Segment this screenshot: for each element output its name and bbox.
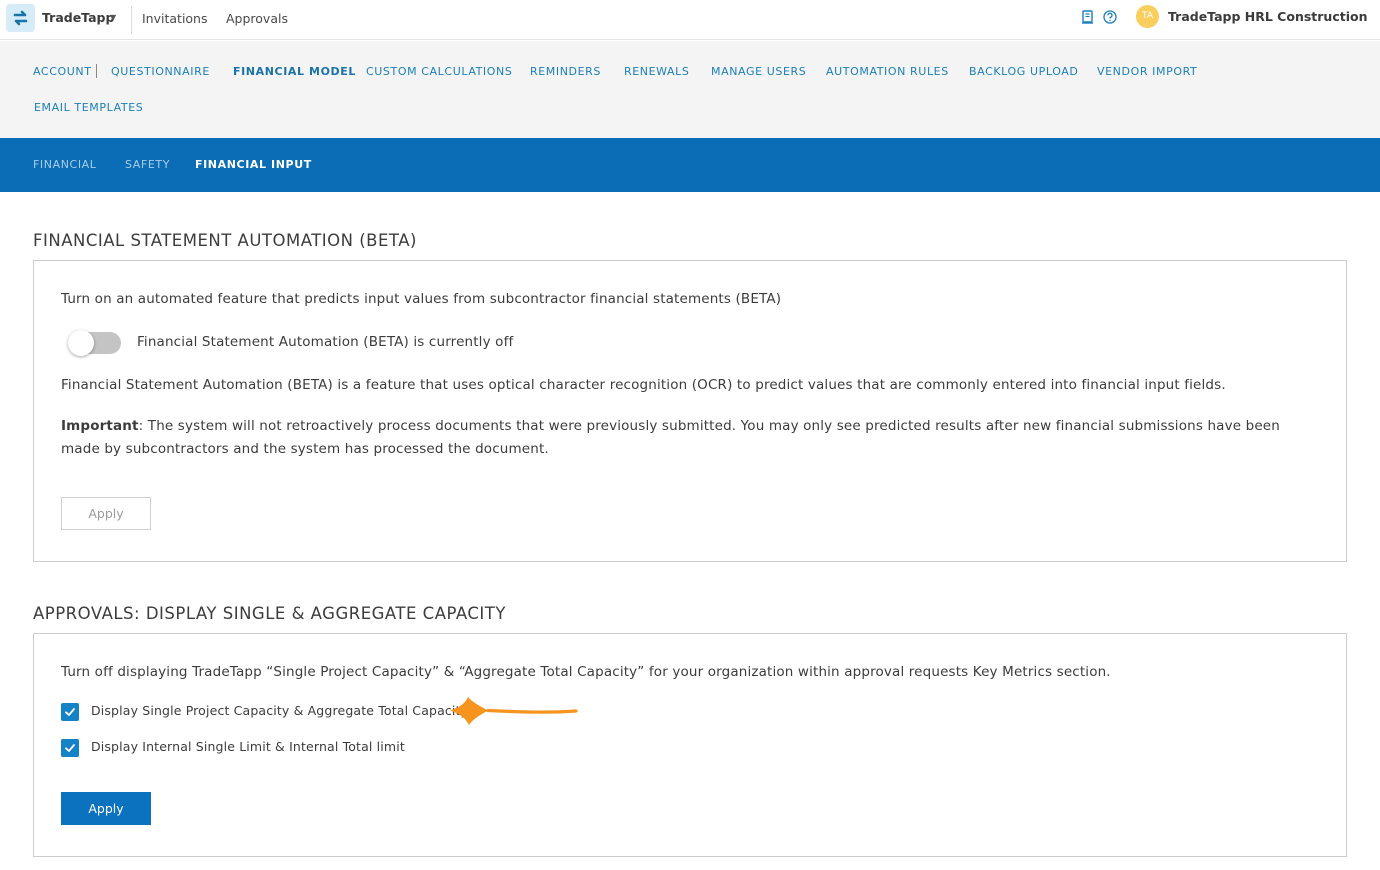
single-aggregate-capacity-label[interactable]: Display Single Project Capacity & Aggreg… xyxy=(91,703,468,718)
nav-separator xyxy=(96,64,97,78)
nav-invitations[interactable]: Invitations xyxy=(142,11,208,26)
top-bar: TradeTapp ▼ Invitations Approvals TA Tra… xyxy=(0,0,1380,40)
important-label: Important xyxy=(61,418,139,434)
internal-limit-label[interactable]: Display Internal Single Limit & Internal… xyxy=(91,739,405,754)
subtab-safety[interactable]: SAFETY xyxy=(125,158,170,171)
subtab-financial[interactable]: FINANCIAL xyxy=(33,158,97,171)
chevron-down-icon[interactable]: ▼ xyxy=(110,13,116,22)
internal-limit-checkbox[interactable] xyxy=(61,739,79,757)
tab-reminders[interactable]: REMINDERS xyxy=(530,65,601,78)
approvals-intro: Turn off displaying TradeTapp “Single Pr… xyxy=(61,664,1111,680)
nav-approvals[interactable]: Approvals xyxy=(226,11,288,26)
tab-financial-model[interactable]: FINANCIAL MODEL xyxy=(233,65,356,78)
annotation-arrow-icon xyxy=(450,697,578,725)
org-name[interactable]: TradeTapp HRL Construction xyxy=(1168,9,1367,24)
automation-description: Financial Statement Automation (BETA) is… xyxy=(61,377,1226,393)
tab-manage-users[interactable]: MANAGE USERS xyxy=(711,65,806,78)
approvals-section-title: APPROVALS: DISPLAY SINGLE & AGGREGATE CA… xyxy=(33,604,506,623)
book-icon[interactable] xyxy=(1081,10,1095,24)
single-aggregate-capacity-checkbox[interactable] xyxy=(61,703,79,721)
automation-toggle[interactable] xyxy=(68,330,121,356)
checkmark-icon xyxy=(65,744,75,752)
tab-vendor-import[interactable]: VENDOR IMPORT xyxy=(1097,65,1197,78)
automation-apply-button[interactable]: Apply xyxy=(61,497,151,530)
tab-account[interactable]: ACCOUNT xyxy=(33,65,92,78)
automation-important-note: Important: The system will not retroacti… xyxy=(61,415,1323,461)
automation-section-title: FINANCIAL STATEMENT AUTOMATION (BETA) xyxy=(33,231,417,250)
avatar[interactable]: TA xyxy=(1136,5,1159,28)
divider xyxy=(131,6,132,34)
tab-automation-rules[interactable]: AUTOMATION RULES xyxy=(826,65,949,78)
toggle-knob[interactable] xyxy=(68,330,94,356)
tab-email-templates[interactable]: EMAIL TEMPLATES xyxy=(34,101,143,114)
brand-switcher[interactable]: TradeTapp xyxy=(42,10,114,25)
subtab-financial-input[interactable]: FINANCIAL INPUT xyxy=(195,158,312,171)
approvals-apply-button[interactable]: Apply xyxy=(61,792,151,825)
important-text: : The system will not retroactively proc… xyxy=(61,418,1280,457)
checkmark-icon xyxy=(65,708,75,716)
tab-backlog-upload[interactable]: BACKLOG UPLOAD xyxy=(969,65,1078,78)
automation-toggle-label: Financial Statement Automation (BETA) is… xyxy=(137,334,514,350)
tab-questionnaire[interactable]: QUESTIONNAIRE xyxy=(111,65,210,78)
tab-renewals[interactable]: RENEWALS xyxy=(624,65,689,78)
help-icon[interactable] xyxy=(1103,10,1117,24)
settings-nav: ACCOUNT QUESTIONNAIRE FINANCIAL MODEL CU… xyxy=(0,41,1380,138)
financial-model-subnav: FINANCIAL SAFETY FINANCIAL INPUT xyxy=(0,138,1380,192)
tradetapp-logo-icon[interactable] xyxy=(6,4,35,32)
automation-intro: Turn on an automated feature that predic… xyxy=(61,291,782,307)
tab-custom-calculations[interactable]: CUSTOM CALCULATIONS xyxy=(366,65,512,78)
